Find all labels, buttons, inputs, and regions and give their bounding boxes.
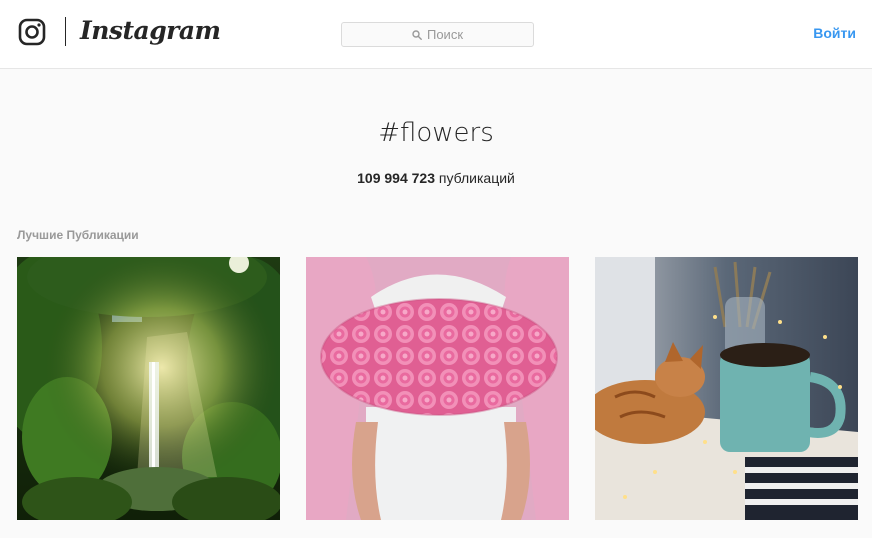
login-link[interactable]: Войти	[813, 25, 856, 41]
search-input[interactable]: Поиск	[341, 22, 534, 47]
post-count: 109 994 723 публикаций	[0, 170, 872, 186]
top-post-1[interactable]	[17, 257, 280, 520]
post-image-waterfall	[17, 257, 280, 520]
post-count-number: 109 994 723	[357, 170, 435, 186]
top-post-3[interactable]	[595, 257, 858, 520]
post-count-suffix: публикаций	[438, 170, 515, 186]
post-image-cat-mug	[595, 257, 858, 520]
search-placeholder: Поиск	[426, 27, 464, 42]
hashtag-title: #flowers	[378, 118, 494, 148]
top-post-2[interactable]	[306, 257, 569, 520]
instagram-wordmark-logo[interactable]: Instagram	[80, 13, 221, 49]
search-icon	[412, 29, 422, 40]
top-navigation-bar: Instagram Поиск Войти	[0, 0, 872, 69]
logo-divider	[65, 17, 66, 46]
post-image-roses	[306, 257, 569, 520]
top-posts-heading: Лучшие Публикации	[17, 228, 139, 242]
instagram-camera-icon[interactable]	[18, 18, 46, 46]
